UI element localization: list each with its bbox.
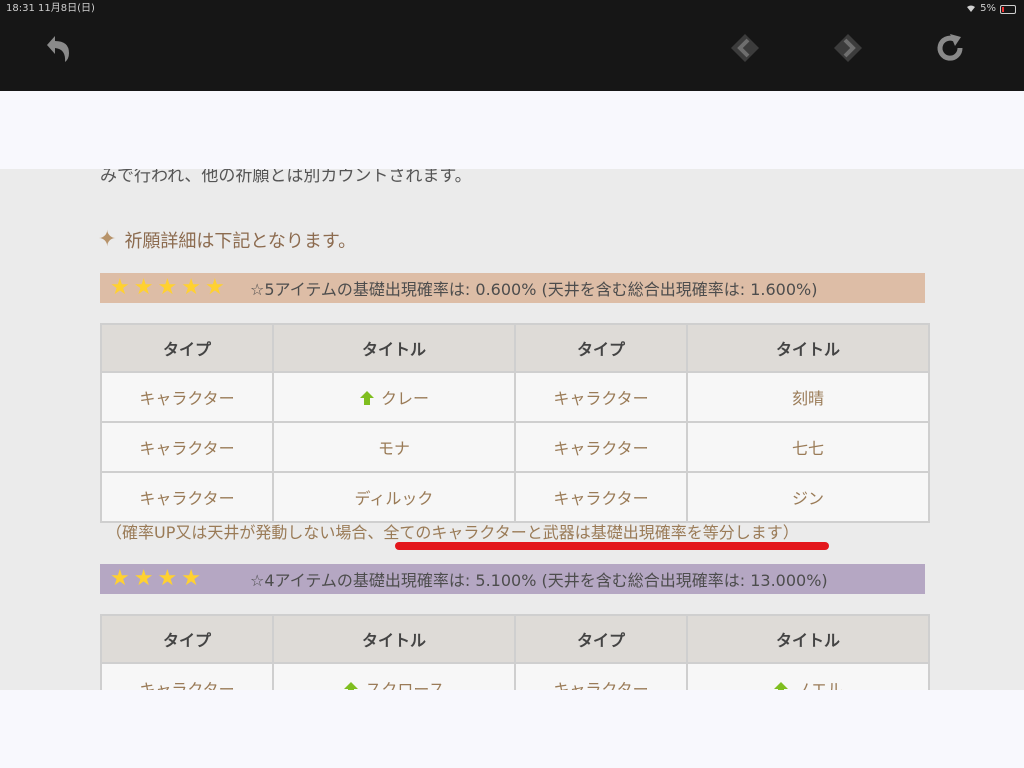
section-heading-text: 祈願詳細は下記となります。 <box>124 231 357 252</box>
column-header: タイトル <box>686 323 930 373</box>
rate-note-highlight: 全てのキャラクターと武器は基礎出現確率を等分します） <box>383 523 799 542</box>
table-row: キャラクター スクロース キャラクター ノエル <box>100 662 930 690</box>
partial-text: みで行われ、他の祈願とは別カウントされます。 <box>100 169 472 186</box>
title-cell[interactable]: クレー <box>272 371 516 423</box>
type-cell: キャラクター <box>514 662 688 690</box>
star-icon: ★ <box>181 566 201 591</box>
reload-icon <box>937 34 963 61</box>
title-text: スクロース <box>365 680 445 690</box>
star-icon: ★ <box>204 275 225 300</box>
table-header-row: タイプ タイトル タイプ タイトル <box>100 323 930 373</box>
type-cell: キャラクター <box>100 421 274 473</box>
wifi-icon <box>967 5 976 12</box>
title-cell[interactable]: ディルック <box>272 471 516 523</box>
browser-toolbar <box>0 18 1024 91</box>
column-header: タイトル <box>272 614 516 664</box>
column-header: タイトル <box>272 323 516 373</box>
reload-button[interactable] <box>932 30 968 66</box>
title-text: ノエル <box>794 680 843 690</box>
four-star-rating: ★ ★ ★ ★ <box>100 568 250 590</box>
section-heading: ✦ 祈願詳細は下記となります。 <box>98 227 356 253</box>
bottom-blank-area <box>0 690 1024 768</box>
title-cell[interactable]: 七七 <box>686 421 930 473</box>
next-button[interactable] <box>830 30 866 66</box>
four-star-rate-banner: ★ ★ ★ ★ ☆4アイテムの基礎出現確率は: 5.100% (天井を含む総合出… <box>100 564 925 594</box>
star-icon: ★ <box>157 275 178 300</box>
column-header: タイトル <box>686 614 930 664</box>
web-content[interactable]: みで行われ、他の祈願とは別カウントされます。 ✦ 祈願詳細は下記となります。 ★… <box>0 169 1024 690</box>
status-right: 5% <box>966 0 1016 18</box>
rate-note: （確率UP又は天井が発動しない場合、全てのキャラクターと武器は基礎出現確率を等分… <box>106 519 799 543</box>
five-star-rate-text: ☆5アイテムの基礎出現確率は: 0.600% (天井を含む総合出現確率は: 1.… <box>250 280 818 299</box>
type-cell: キャラクター <box>514 421 688 473</box>
type-cell: キャラクター <box>100 471 274 523</box>
four-star-table: タイプ タイトル タイプ タイトル キャラクター スクロース キャラクター ノエ… <box>100 614 930 690</box>
five-star-table: タイプ タイトル タイプ タイトル キャラクター クレー キャラクター 刻晴 キ… <box>100 323 930 523</box>
table-row: キャラクター モナ キャラクター 七七 <box>100 421 930 473</box>
title-cell[interactable]: モナ <box>272 421 516 473</box>
type-cell: キャラクター <box>514 371 688 423</box>
table-header-row: タイプ タイトル タイプ タイトル <box>100 614 930 664</box>
star-icon: ★ <box>157 566 178 591</box>
five-star-rating: ★ ★ ★ ★ ★ <box>100 277 250 299</box>
title-cell[interactable]: 刻晴 <box>686 371 930 423</box>
undo-arrow-icon <box>47 36 69 62</box>
table-row: キャラクター クレー キャラクター 刻晴 <box>100 371 930 423</box>
four-star-rate-text: ☆4アイテムの基礎出現確率は: 5.100% (天井を含む総合出現確率は: 13… <box>250 571 828 590</box>
type-cell: キャラクター <box>100 662 274 690</box>
title-text: クレー <box>380 389 429 408</box>
title-cell[interactable]: スクロース <box>272 662 516 690</box>
column-header: タイプ <box>514 614 688 664</box>
battery-icon <box>1000 4 1016 14</box>
status-bar: 18:31 11月8日(日) 5% <box>0 0 1024 18</box>
rate-note-prefix: （確率UP又は天井が発動しない場合、 <box>106 523 384 542</box>
diamond-left-icon <box>731 34 759 62</box>
rate-up-arrow-icon <box>359 391 374 405</box>
star-icon: ★ <box>110 566 130 591</box>
red-underline-annotation <box>395 542 829 550</box>
star-icon: ★ <box>181 275 201 300</box>
title-cell[interactable]: ジン <box>686 471 930 523</box>
battery-percent: 5% <box>980 3 996 14</box>
top-blank-area <box>0 91 1024 169</box>
star-icon: ★ <box>110 275 130 300</box>
back-button[interactable] <box>40 30 76 66</box>
table-row: キャラクター ディルック キャラクター ジン <box>100 471 930 523</box>
status-time: 18:31 11月8日(日) <box>6 3 95 14</box>
type-cell: キャラクター <box>514 471 688 523</box>
previous-button[interactable] <box>727 30 763 66</box>
star-icon: ★ <box>133 275 154 300</box>
column-header: タイプ <box>100 614 274 664</box>
rate-up-arrow-icon <box>773 682 788 690</box>
rate-up-arrow-icon <box>344 682 359 690</box>
diamond-right-icon <box>834 34 862 62</box>
column-header: タイプ <box>100 323 274 373</box>
star-icon: ★ <box>133 566 154 591</box>
sparkle-icon: ✦ <box>98 227 117 252</box>
type-cell: キャラクター <box>100 371 274 423</box>
title-cell[interactable]: ノエル <box>686 662 930 690</box>
column-header: タイプ <box>514 323 688 373</box>
five-star-rate-banner: ★ ★ ★ ★ ★ ☆5アイテムの基礎出現確率は: 0.600% (天井を含む総… <box>100 273 925 303</box>
